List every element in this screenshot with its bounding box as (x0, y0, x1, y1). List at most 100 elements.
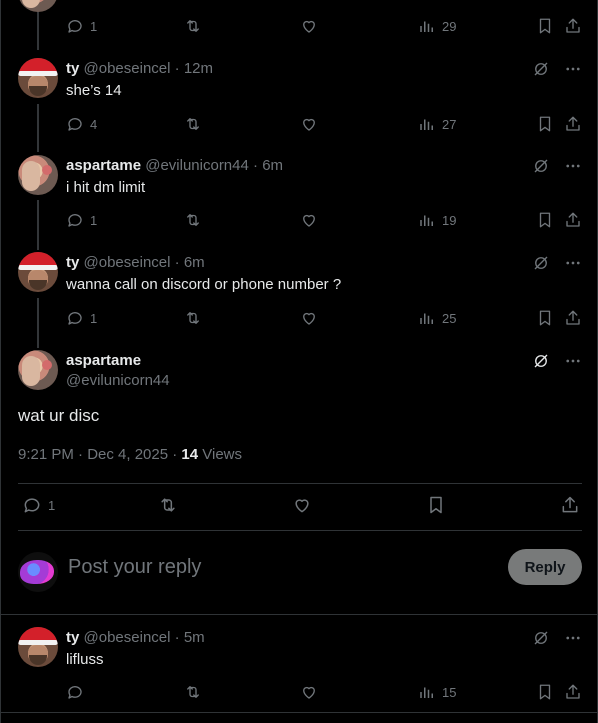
retweet-button[interactable] (158, 495, 178, 515)
separator: · (170, 254, 184, 271)
like-icon (295, 499, 309, 513)
like-icon (303, 20, 315, 33)
post-time[interactable]: 5m (184, 629, 205, 646)
retweet-button[interactable] (184, 16, 202, 36)
more-icon[interactable] (564, 352, 582, 370)
retweet-icon (161, 498, 175, 512)
user-handle[interactable]: @obeseincel (84, 254, 171, 271)
like-button[interactable] (300, 210, 318, 230)
display-name[interactable]: aspartame (66, 352, 141, 369)
display-name[interactable]: ty (66, 254, 79, 271)
views-button[interactable]: 25 (418, 308, 456, 328)
more-icon[interactable] (564, 157, 582, 175)
like-button[interactable] (300, 308, 318, 328)
bookmark-icon (539, 684, 551, 700)
bookmark-icon (539, 310, 551, 326)
avatar[interactable] (18, 350, 58, 390)
retweet-icon (187, 118, 199, 130)
avatar[interactable] (18, 155, 58, 195)
post-header: ty @obeseincel · 12m (66, 60, 213, 77)
grok-icon[interactable] (532, 254, 550, 272)
share-button[interactable] (564, 682, 582, 702)
bookmark-button[interactable] (536, 16, 554, 36)
views-button[interactable]: 27 (418, 114, 456, 134)
avatar[interactable] (18, 58, 58, 98)
bookmark-button[interactable] (536, 114, 554, 134)
view-count: 29 (442, 18, 457, 34)
views-button[interactable]: 19 (418, 210, 456, 230)
grok-icon[interactable] (532, 352, 550, 370)
reply-icon (68, 20, 82, 33)
reply-button[interactable]: 1 (66, 210, 97, 230)
display-name[interactable]: aspartame (66, 157, 141, 174)
post-header: ty @obeseincel · 5m (66, 629, 205, 646)
display-name[interactable]: ty (66, 629, 79, 646)
views-icon (420, 119, 433, 130)
grok-icon[interactable] (532, 629, 550, 647)
display-name[interactable]: ty (66, 60, 79, 77)
avatar[interactable] (18, 252, 58, 292)
reply-input[interactable]: Post your reply (68, 556, 201, 579)
user-handle[interactable]: @evilunicorn44 (145, 157, 249, 174)
views-button[interactable]: 15 (418, 682, 456, 702)
reply-button[interactable]: 1 (66, 308, 97, 328)
user-handle[interactable]: @obeseincel (84, 629, 171, 646)
post-text: she’s 14 (66, 82, 122, 99)
bookmark-icon (539, 18, 551, 34)
bookmark-icon (539, 116, 551, 132)
views-label: Views (198, 446, 243, 463)
post-top-icons (532, 60, 582, 78)
like-button[interactable] (300, 682, 318, 702)
post-time[interactable]: 6m (262, 157, 283, 174)
views-icon (420, 687, 433, 698)
retweet-icon (187, 214, 199, 226)
separator: · (248, 157, 263, 174)
post-time[interactable]: 12m (184, 60, 213, 77)
share-button[interactable] (564, 308, 582, 328)
share-button[interactable] (564, 210, 582, 230)
more-icon[interactable] (564, 254, 582, 272)
reply-icon (68, 118, 82, 131)
reply-icon (24, 498, 40, 513)
bookmark-button[interactable] (536, 308, 554, 328)
share-button[interactable] (560, 495, 580, 515)
reply-icon (68, 214, 82, 227)
bookmark-button[interactable] (536, 682, 554, 702)
like-button[interactable] (300, 16, 318, 36)
view-count: 27 (442, 116, 457, 132)
reply-button[interactable]: 1 (22, 495, 55, 515)
user-handle[interactable]: @obeseincel (84, 60, 171, 77)
user-handle[interactable]: @evilunicorn44 (66, 372, 170, 389)
views-button[interactable]: 29 (418, 16, 456, 36)
retweet-button[interactable] (184, 114, 202, 134)
retweet-button[interactable] (184, 682, 202, 702)
avatar[interactable] (18, 627, 58, 667)
reply-button[interactable]: 1 (66, 16, 97, 36)
more-icon[interactable] (564, 629, 582, 647)
retweet-button[interactable] (184, 308, 202, 328)
retweet-icon (187, 686, 199, 698)
like-button[interactable] (292, 495, 312, 515)
views-icon (420, 215, 433, 226)
post-header: ty @obeseincel · 6m (66, 254, 205, 271)
grok-icon[interactable] (532, 60, 550, 78)
reply-count: 1 (48, 497, 56, 513)
bookmark-icon (539, 212, 551, 228)
share-button[interactable] (564, 114, 582, 134)
bookmark-icon (430, 496, 442, 514)
bookmark-button[interactable] (536, 210, 554, 230)
reply-submit-button[interactable]: Reply (508, 549, 582, 585)
like-button[interactable] (300, 114, 318, 134)
reply-button[interactable] (66, 682, 84, 702)
bookmark-button[interactable] (426, 495, 446, 515)
share-button[interactable] (564, 16, 582, 36)
like-icon (303, 312, 315, 325)
thread-line (37, 298, 39, 348)
grok-icon[interactable] (532, 157, 550, 175)
post-time[interactable]: 6m (184, 254, 205, 271)
retweet-button[interactable] (184, 210, 202, 230)
post-timestamp[interactable]: 9:21 PM · Dec 4, 2025 · (18, 446, 181, 463)
reply-button[interactable]: 4 (66, 114, 97, 134)
reply-icon (68, 312, 82, 325)
more-icon[interactable] (564, 60, 582, 78)
